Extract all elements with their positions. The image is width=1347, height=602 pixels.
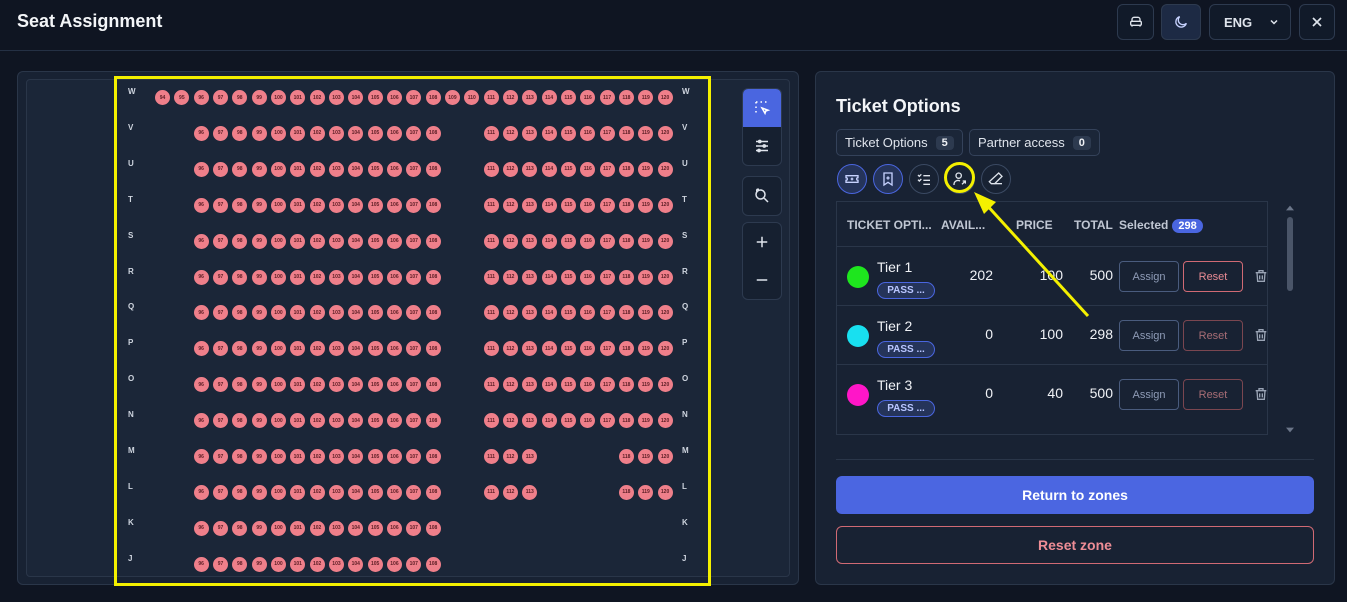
tab-label: Partner access bbox=[978, 135, 1065, 150]
plus-icon bbox=[756, 236, 768, 248]
tab-count: 5 bbox=[935, 135, 954, 150]
available-value: 0 bbox=[985, 385, 993, 401]
pass-tag: PASS ... bbox=[877, 341, 935, 358]
tier-name: Tier 2 bbox=[877, 318, 913, 334]
app-title: Seat Assignment bbox=[17, 11, 163, 31]
moon-icon bbox=[1175, 16, 1187, 28]
reset-zone-button[interactable]: Reset zone bbox=[836, 526, 1314, 564]
reset-view-group bbox=[742, 176, 782, 216]
selection-highlight bbox=[114, 76, 711, 586]
selection-tools bbox=[742, 88, 782, 166]
scroll-down-icon[interactable] bbox=[1286, 427, 1294, 433]
total-value: 500 bbox=[1089, 385, 1113, 401]
checklist-icon bbox=[917, 173, 930, 185]
panel-title: Ticket Options bbox=[836, 96, 961, 116]
zoom-reset-icon bbox=[755, 188, 769, 203]
filter-tool[interactable] bbox=[743, 127, 781, 165]
trash-icon[interactable] bbox=[1253, 386, 1268, 402]
tier-color-dot bbox=[847, 384, 869, 406]
pass-tag: PASS ... bbox=[877, 282, 935, 299]
table-row: Tier 3 PASS ... 0 40 500 Assign Reset bbox=[837, 364, 1268, 423]
assign-button[interactable]: Assign bbox=[1119, 261, 1179, 292]
selected-count-badge: 298 bbox=[1172, 219, 1203, 233]
pass-tag: PASS ... bbox=[877, 400, 935, 417]
zoom-in-button[interactable] bbox=[743, 223, 781, 261]
ticket-plus-icon bbox=[845, 175, 859, 183]
sliders-icon bbox=[756, 139, 768, 153]
language-value: ENG bbox=[1224, 14, 1253, 30]
zoom-controls bbox=[742, 222, 782, 300]
checklist-button[interactable] bbox=[909, 164, 939, 194]
tier-color-dot bbox=[847, 325, 869, 347]
reset-button[interactable]: Reset bbox=[1183, 261, 1243, 292]
selected-indicator: Selected 298 bbox=[1119, 218, 1203, 233]
annotation-arrow bbox=[974, 192, 1090, 318]
app-header: Seat Assignment ENG bbox=[0, 0, 1347, 51]
select-area-icon bbox=[755, 101, 771, 116]
zoom-out-button[interactable] bbox=[743, 261, 781, 299]
trash-icon[interactable] bbox=[1253, 268, 1268, 284]
reset-view-button[interactable] bbox=[743, 177, 781, 215]
language-select[interactable]: ENG bbox=[1209, 4, 1291, 40]
tier-color-dot bbox=[847, 266, 869, 288]
tab-label: Ticket Options bbox=[845, 135, 928, 150]
close-icon bbox=[1312, 17, 1322, 27]
divider bbox=[836, 459, 1314, 460]
reset-button[interactable]: Reset bbox=[1183, 320, 1243, 351]
assign-button[interactable]: Assign bbox=[1119, 379, 1179, 410]
assign-button[interactable]: Assign bbox=[1119, 320, 1179, 351]
minus-icon bbox=[756, 279, 768, 281]
selected-label: Selected bbox=[1119, 218, 1169, 232]
table-scrollbar[interactable] bbox=[1285, 205, 1295, 433]
select-area-tool[interactable] bbox=[743, 89, 781, 127]
chevron-down-icon bbox=[1270, 19, 1278, 25]
reset-button[interactable]: Reset bbox=[1183, 379, 1243, 410]
ticket-mode-button[interactable] bbox=[837, 164, 867, 194]
theme-toggle-button[interactable] bbox=[1161, 4, 1201, 40]
eraser-icon bbox=[988, 172, 1003, 185]
bookmark-plus-icon bbox=[883, 172, 893, 187]
scrollbar-thumb[interactable] bbox=[1287, 217, 1293, 291]
scroll-up-icon[interactable] bbox=[1286, 205, 1294, 211]
tier-name: Tier 3 bbox=[877, 377, 913, 393]
price-value: 40 bbox=[1047, 385, 1063, 401]
bookmark-add-button[interactable] bbox=[873, 164, 903, 194]
annotation-circle bbox=[944, 162, 975, 193]
seat-view-button[interactable] bbox=[1117, 4, 1154, 40]
trash-icon[interactable] bbox=[1253, 327, 1268, 343]
tab-partner-access[interactable]: Partner access 0 bbox=[969, 129, 1100, 156]
tab-count: 0 bbox=[1072, 135, 1091, 150]
return-to-zones-button[interactable]: Return to zones bbox=[836, 476, 1314, 514]
tier-name: Tier 1 bbox=[877, 259, 913, 275]
armchair-icon bbox=[1129, 16, 1142, 27]
close-button[interactable] bbox=[1299, 4, 1335, 40]
column-header-name[interactable]: TICKET OPTI... bbox=[847, 218, 932, 232]
tab-ticket-options[interactable]: Ticket Options 5 bbox=[836, 129, 963, 156]
